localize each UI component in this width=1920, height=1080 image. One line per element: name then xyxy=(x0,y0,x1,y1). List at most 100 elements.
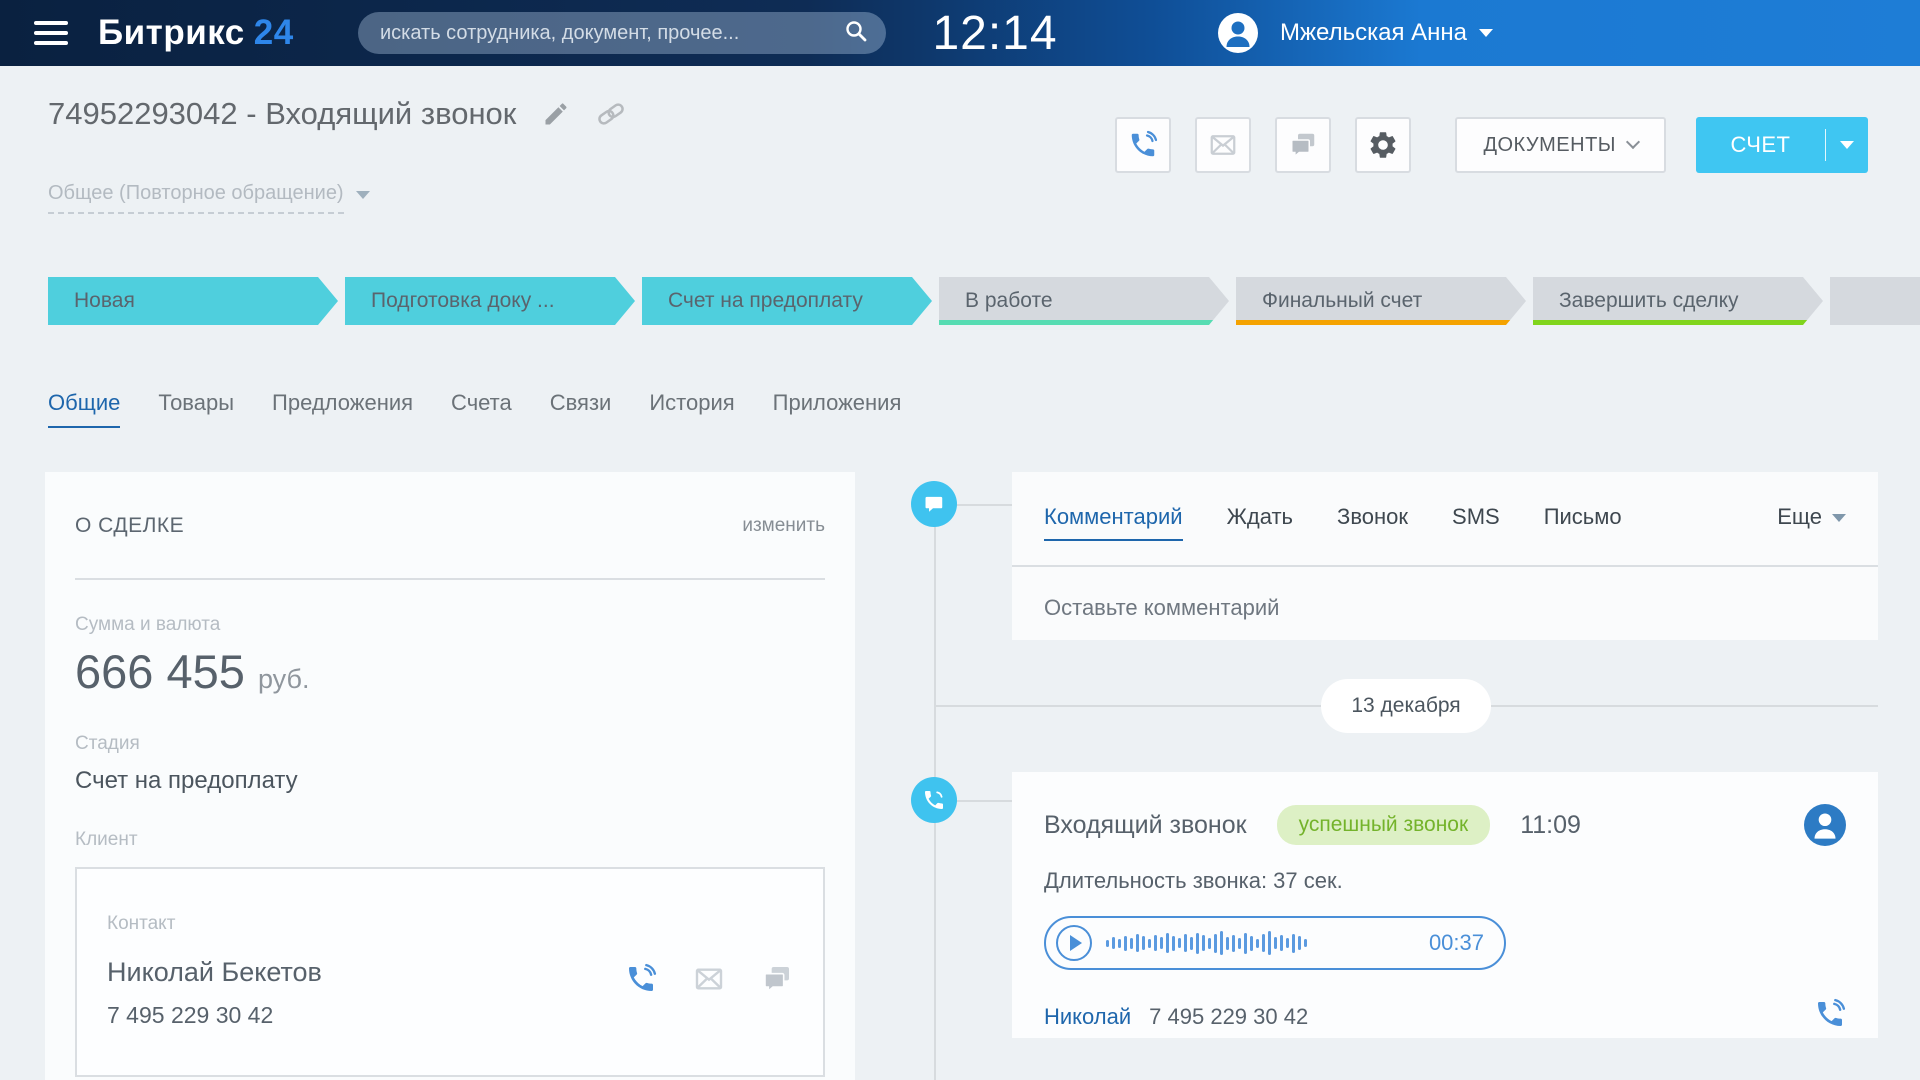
pipeline-stages: Новая Подготовка доку ... Счет на предоп… xyxy=(48,277,1920,325)
search-icon[interactable] xyxy=(844,19,868,48)
global-search xyxy=(358,12,886,54)
contact-name[interactable]: Николай Бекетов xyxy=(107,957,625,988)
stage-label: В работе xyxy=(965,289,1053,313)
audio-duration: 00:37 xyxy=(1429,930,1484,956)
deal-info-card: О СДЕЛКЕ изменить Сумма и валюта 666 455… xyxy=(45,472,855,1080)
play-button[interactable] xyxy=(1056,925,1092,961)
stage-label: Новая xyxy=(74,289,135,313)
user-name: Мжельская Анна xyxy=(1280,19,1467,47)
page-title-row: 74952293042 - Входящий звонок xyxy=(48,96,626,132)
stage-chip-close-deal[interactable]: Завершить сделку xyxy=(1533,277,1823,325)
composer-tab-letter[interactable]: Письмо xyxy=(1544,504,1622,539)
chat-icon[interactable] xyxy=(761,963,793,995)
chevron-down-icon xyxy=(1832,514,1846,522)
phone-icon[interactable] xyxy=(625,963,657,995)
call-duration: Длительность звонка: 37 сек. xyxy=(1044,868,1846,894)
divider xyxy=(1012,565,1878,567)
divider xyxy=(934,705,1321,707)
chevron-down-icon xyxy=(1840,141,1854,149)
clock[interactable]: 12:14 xyxy=(905,6,1085,61)
call-status-badge: успешный звонок xyxy=(1277,805,1491,845)
stage-chip-prepayment[interactable]: Счет на предоплату xyxy=(642,277,932,325)
date-divider: 13 декабря xyxy=(934,678,1878,734)
stage-chip-overflow xyxy=(1830,277,1920,325)
callback-button[interactable] xyxy=(1814,998,1846,1035)
tab-apps[interactable]: Приложения xyxy=(773,390,902,428)
mail-button[interactable] xyxy=(1195,117,1251,173)
logo-text: Битрикс xyxy=(98,13,245,52)
stage-label: Финальный счет xyxy=(1262,289,1422,313)
amount-label: Сумма и валюта xyxy=(75,614,825,636)
call-contact-phone: 7 495 229 30 42 xyxy=(1149,1004,1308,1030)
date-pill: 13 декабря xyxy=(1321,679,1490,733)
call-button[interactable] xyxy=(1115,117,1171,173)
tab-general[interactable]: Общие xyxy=(48,390,120,428)
edit-deal-link[interactable]: изменить xyxy=(742,515,825,537)
composer-tab-comment[interactable]: Комментарий xyxy=(1044,504,1183,541)
contact-label: Контакт xyxy=(107,913,793,935)
stage-chip-new[interactable]: Новая xyxy=(48,277,338,325)
stage-label: Счет на предоплату xyxy=(668,289,863,313)
mail-icon[interactable] xyxy=(693,963,725,995)
stage-label: Завершить сделку xyxy=(1559,289,1739,313)
menu-icon[interactable] xyxy=(34,15,68,51)
copy-link-icon[interactable] xyxy=(596,99,626,129)
divider xyxy=(75,578,825,580)
chat-button[interactable] xyxy=(1275,117,1331,173)
composer-tab-wait[interactable]: Ждать xyxy=(1227,504,1293,539)
comment-composer-card: Комментарий Ждать Звонок SMS Письмо Еще … xyxy=(1012,472,1878,640)
stage-chip-docs[interactable]: Подготовка доку ... xyxy=(345,277,635,325)
documents-button-label: ДОКУМЕНТЫ xyxy=(1483,134,1616,157)
page-title: 74952293042 - Входящий звонок xyxy=(48,96,516,132)
stage-label: Подготовка доку ... xyxy=(371,289,555,313)
stage-field-value: Счет на предоплату xyxy=(75,767,825,795)
call-contact-name[interactable]: Николай xyxy=(1044,1004,1131,1030)
logo-accent: 24 xyxy=(254,13,294,52)
pipeline-selector[interactable]: Общее (Повторное обращение) xyxy=(48,182,370,214)
tab-products[interactable]: Товары xyxy=(158,390,234,428)
composer-tab-call[interactable]: Звонок xyxy=(1337,504,1408,539)
invoice-dropdown[interactable] xyxy=(1826,141,1868,149)
bitrix24-deal-page: Битрикс24 12:14 Мжельская Анна 749522930… xyxy=(0,0,1920,1080)
chevron-down-icon xyxy=(1479,29,1493,37)
timeline: Комментарий Ждать Звонок SMS Письмо Еще … xyxy=(1012,472,1878,1038)
mail-icon xyxy=(1208,130,1238,160)
search-input[interactable] xyxy=(380,22,844,45)
phone-icon xyxy=(922,788,946,812)
chat-icon xyxy=(1288,130,1318,160)
settings-button[interactable] xyxy=(1355,117,1411,173)
composer-more-menu[interactable]: Еще xyxy=(1777,504,1846,530)
stage-field-label: Стадия xyxy=(75,733,825,755)
tab-relations[interactable]: Связи xyxy=(550,390,612,428)
comment-input[interactable]: Оставьте комментарий xyxy=(1044,595,1846,621)
tab-quotes[interactable]: Предложения xyxy=(272,390,413,428)
amount-value: 666 455 руб. xyxy=(75,644,825,699)
user-menu[interactable]: Мжельская Анна xyxy=(1218,13,1493,53)
composer-more-label: Еще xyxy=(1777,504,1822,530)
audio-player: 00:37 xyxy=(1044,916,1506,970)
call-timeline-icon xyxy=(911,777,957,823)
documents-button[interactable]: ДОКУМЕНТЫ xyxy=(1455,117,1666,173)
stage-chip-final-invoice[interactable]: Финальный счет xyxy=(1236,277,1526,325)
app-logo[interactable]: Битрикс24 xyxy=(98,13,294,53)
divider xyxy=(1491,705,1878,707)
stage-chip-in-progress[interactable]: В работе xyxy=(939,277,1229,325)
composer-tab-sms[interactable]: SMS xyxy=(1452,504,1500,539)
deal-card-title: О СДЕЛКЕ xyxy=(75,514,184,538)
timeline-connector xyxy=(956,800,1012,802)
timeline-connector xyxy=(956,504,1012,506)
contact-phone: 7 495 229 30 42 xyxy=(107,1002,625,1029)
user-avatar-icon xyxy=(1218,13,1258,53)
pipeline-selector-label: Общее (Повторное обращение) xyxy=(48,182,344,214)
tab-invoices[interactable]: Счета xyxy=(451,390,512,428)
edit-icon[interactable] xyxy=(542,100,570,128)
call-time: 11:09 xyxy=(1520,811,1581,840)
audio-waveform[interactable] xyxy=(1106,928,1307,958)
call-user-avatar[interactable] xyxy=(1804,804,1846,846)
deal-tabs: Общие Товары Предложения Счета Связи Ист… xyxy=(48,390,901,428)
gear-icon xyxy=(1367,129,1399,161)
tab-history[interactable]: История xyxy=(649,390,734,428)
chevron-down-icon xyxy=(1626,135,1640,149)
invoice-button[interactable]: СЧЕТ xyxy=(1696,117,1868,173)
call-title: Входящий звонок xyxy=(1044,811,1247,840)
